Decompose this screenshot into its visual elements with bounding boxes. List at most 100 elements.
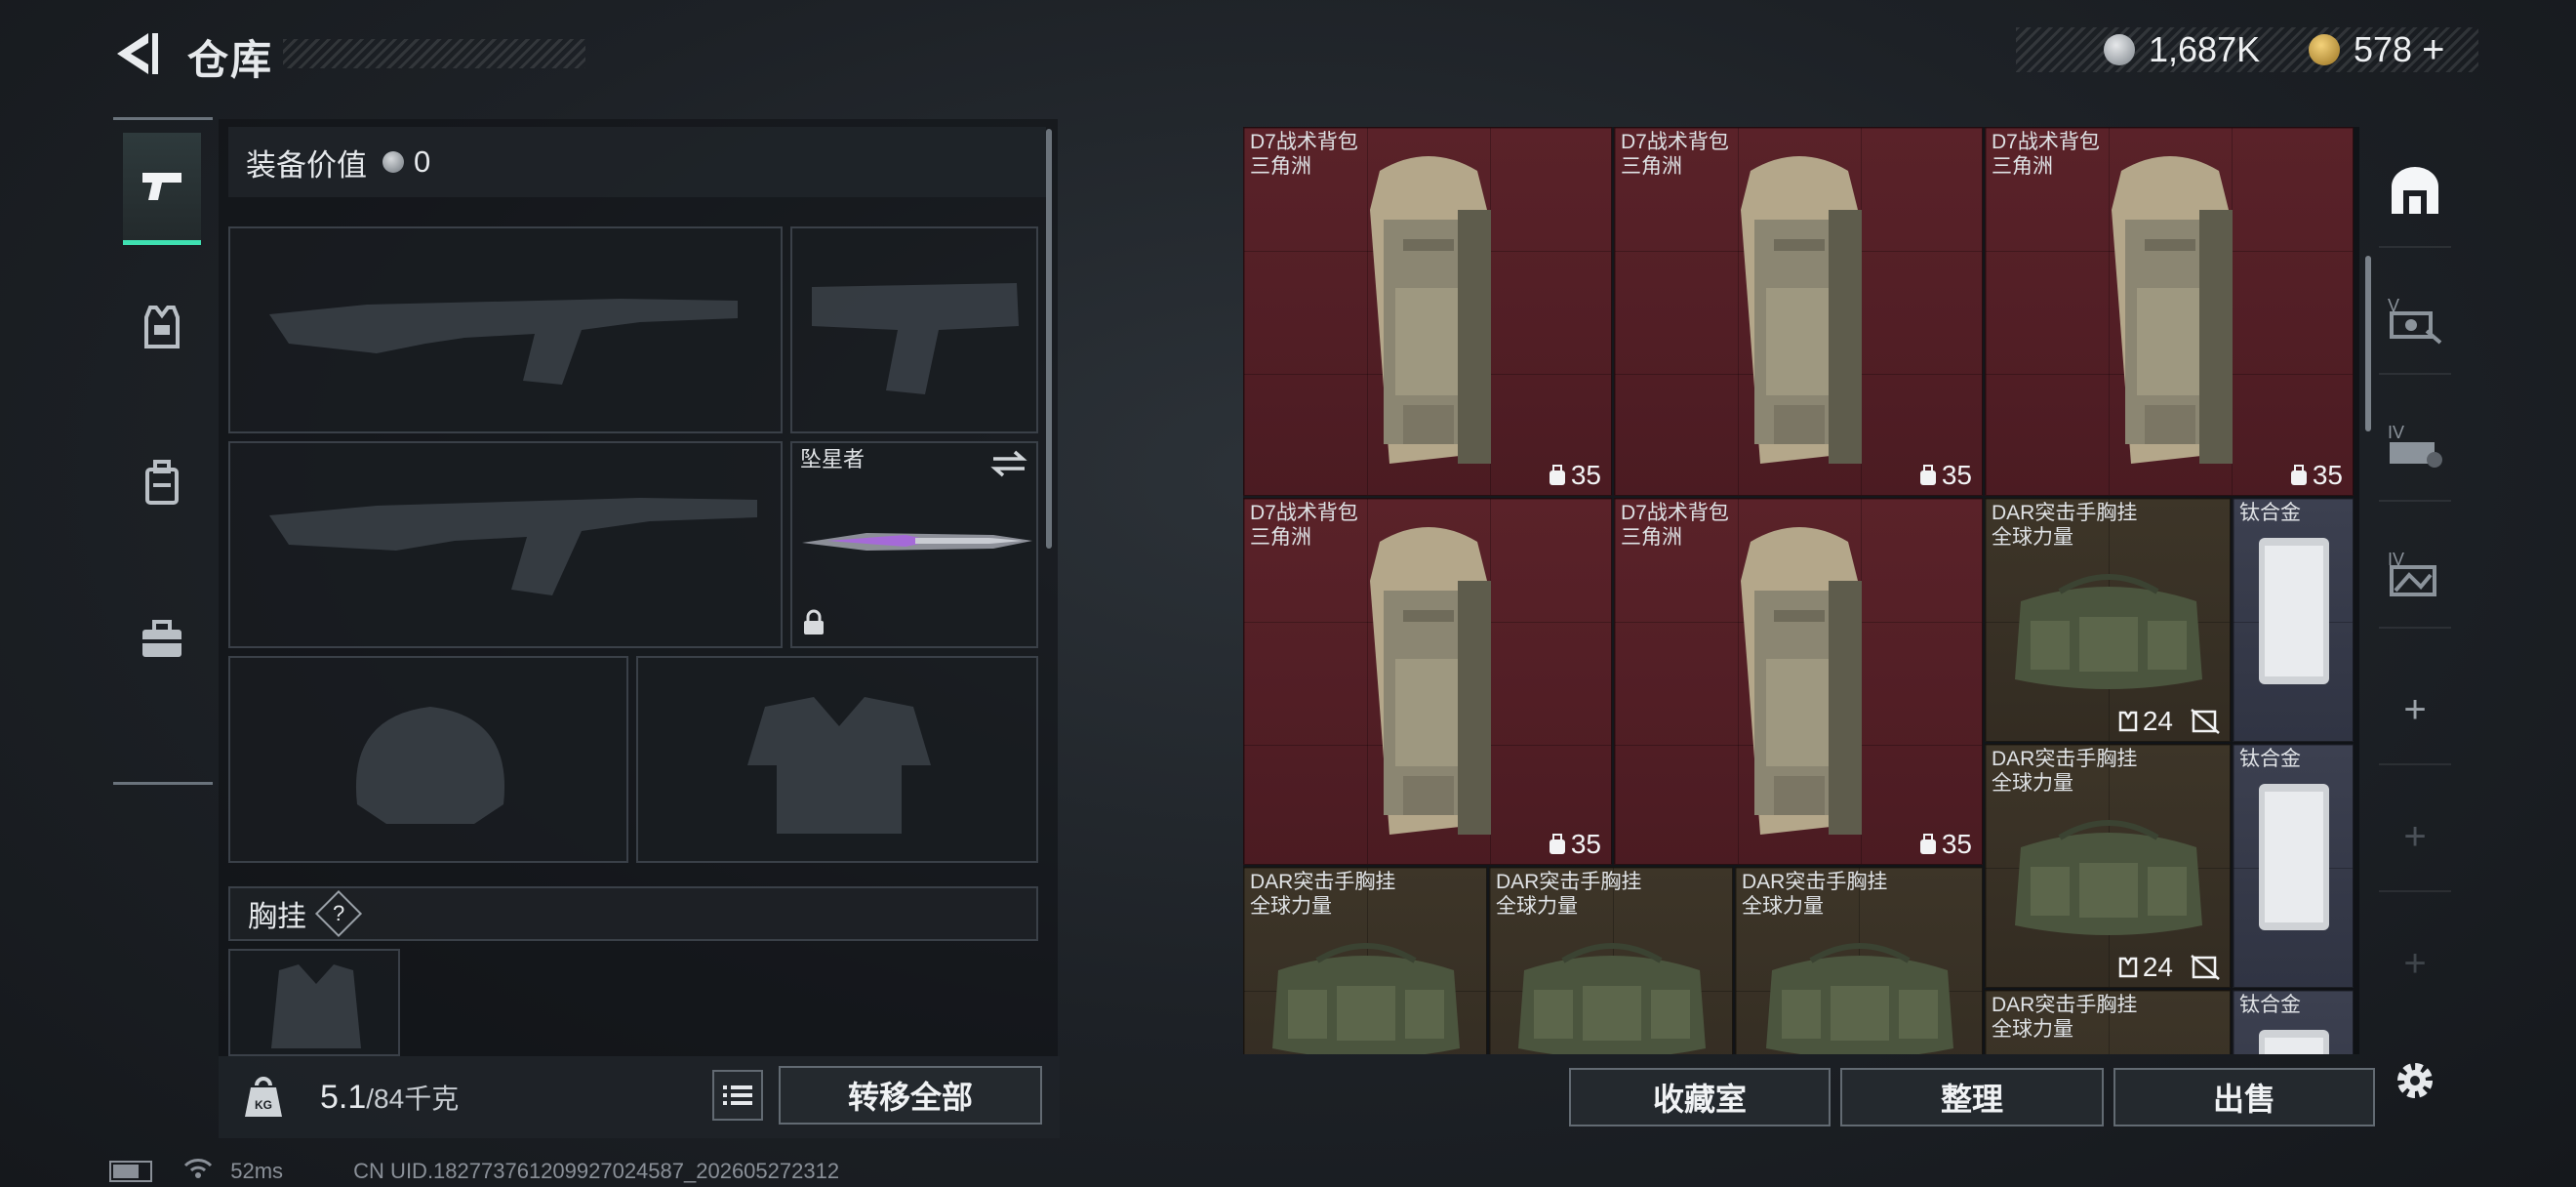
item-capacity-badge: 35 — [2289, 460, 2343, 491]
sell-button[interactable]: 出售 — [2113, 1068, 2375, 1126]
storage-grid: D7战术背包 三角洲 35 D7战术背包 三角洲 35 D7战术背包 三角洲 35 D7战术背包三… — [1243, 127, 2359, 1054]
capacity-icon — [1549, 834, 1565, 854]
melee-name: 坠星者 — [800, 447, 865, 471]
item-name: DAR突击手胸挂 — [1250, 871, 1396, 893]
back-button[interactable] — [109, 29, 164, 78]
list-view-button[interactable] — [712, 1070, 763, 1121]
equipment-value-label: 装备价值 — [246, 147, 367, 183]
transfer-all-button[interactable]: 转移全部 — [779, 1066, 1042, 1125]
item-name: DAR突击手胸挂 — [1496, 871, 1642, 893]
chest-rig-silhouette-icon — [271, 964, 361, 1048]
body-armor-slot[interactable] — [636, 656, 1038, 863]
pistol-icon — [142, 173, 181, 200]
backpack-image — [1741, 156, 1862, 464]
helmet-slot[interactable] — [228, 656, 628, 863]
add-currency-button[interactable]: + — [2422, 28, 2444, 72]
silver-currency: 1,687K — [2104, 27, 2260, 72]
storage-iv-icon: IV — [2388, 423, 2442, 468]
storage-item[interactable]: DAR突击手胸挂 全球力量 — [1735, 867, 1983, 1054]
capacity-icon — [1549, 465, 1565, 485]
weight-readout: 5.1/84千克 — [320, 1078, 459, 1117]
tab-toolbox[interactable] — [123, 586, 201, 693]
titanium-plate-image — [2259, 538, 2329, 684]
chest-rig-header: 胸挂 ? — [228, 886, 1038, 941]
page-title: 仓库 — [187, 37, 274, 83]
settings-button[interactable] — [2379, 1027, 2451, 1134]
weight-bar: KG 5.1/84千克 转移全部 — [219, 1056, 1060, 1138]
capacity-icon — [2118, 711, 2138, 732]
battery-icon — [109, 1161, 152, 1183]
capacity-icon — [2290, 465, 2307, 485]
primary-weapon-slot[interactable] — [228, 226, 783, 433]
help-icon[interactable]: ? — [314, 889, 363, 938]
storage-item[interactable]: DAR突击手胸挂 全球力量 — [1985, 990, 2231, 1054]
chest-rig-image — [1766, 943, 1953, 1054]
uid-text: CN UID.182773761209927024587_20260527231… — [353, 1159, 840, 1184]
add-storage-button-3[interactable]: + — [2379, 910, 2451, 1017]
gold-coin-icon — [2309, 34, 2340, 65]
melee-slot[interactable]: 坠星者 — [790, 441, 1038, 648]
chest-rig-image — [2015, 820, 2202, 935]
tab-weapons[interactable] — [123, 133, 201, 245]
storage-iv-extra-icon: IV — [2388, 550, 2436, 596]
backpack-icon — [145, 460, 179, 505]
no-sell-icon — [2191, 955, 2220, 980]
storage-item[interactable]: D7战术背包 三角洲 35 — [1614, 498, 1983, 865]
chest-rig-slot[interactable] — [228, 949, 400, 1056]
category-storage-main[interactable] — [2379, 139, 2451, 248]
swap-icon[interactable] — [989, 449, 1028, 478]
item-capacity-badge: 35 — [1548, 460, 1601, 491]
category-storage-v[interactable]: V — [2379, 266, 2451, 375]
loadout-panel: 装备价值 0 坠星者 胸挂 ? — [219, 119, 1058, 1056]
svg-text:KG: KG — [255, 1098, 272, 1112]
loadout-scrollbar[interactable] — [1046, 129, 1052, 549]
item-name: 钛合金 — [2239, 994, 2301, 1016]
storage-item[interactable]: 钛合金 — [2233, 744, 2354, 988]
storage-item[interactable]: 钛合金 — [2233, 498, 2354, 742]
no-sell-icon — [2191, 709, 2220, 734]
item-brand: 全球力量 — [1742, 895, 1824, 918]
backpack-image — [1370, 156, 1491, 464]
sort-button[interactable]: 整理 — [1840, 1068, 2104, 1126]
knife-image — [802, 533, 1032, 551]
storage-item[interactable]: DAR突击手胸挂 全球力量 — [1243, 867, 1487, 1054]
storage-item[interactable]: D7战术背包 三角洲 35 — [1243, 127, 1612, 496]
storage-item[interactable]: DAR突击手胸挂 全球力量 — [1489, 867, 1733, 1054]
tab-backpack[interactable] — [123, 430, 201, 537]
toolbox-icon — [142, 620, 181, 657]
item-capacity-badge: 24 — [2117, 952, 2220, 983]
armor-vest-icon — [144, 306, 180, 348]
item-name: 钛合金 — [2239, 502, 2301, 524]
category-storage-iv-extra[interactable]: IV — [2379, 519, 2451, 629]
gear-icon — [2397, 1063, 2433, 1098]
sidearm-slot[interactable] — [790, 226, 1038, 433]
storage-home-icon — [2392, 167, 2438, 214]
secondary-weapon-slot[interactable] — [228, 441, 783, 648]
storage-item[interactable]: D7战术背包 三角洲 35 — [1614, 127, 1983, 496]
category-storage-iv[interactable]: IV — [2379, 392, 2451, 502]
silver-amount: 1,687K — [2149, 29, 2261, 69]
gold-currency: 578 + — [2309, 27, 2444, 72]
collection-room-button[interactable]: 收藏室 — [1569, 1068, 1831, 1126]
svg-text:IV: IV — [2388, 423, 2404, 442]
item-brand: 三角洲 — [1621, 155, 1682, 178]
storage-item[interactable]: D7战术背包 三角洲 35 — [1985, 127, 2354, 496]
storage-item[interactable]: DAR突击手胸挂 全球力量 24 — [1985, 744, 2231, 988]
storage-item[interactable]: 钛合金 — [2233, 990, 2354, 1054]
chest-rig-image — [1272, 943, 1460, 1054]
item-brand: 三角洲 — [1250, 155, 1311, 178]
storage-item[interactable]: DAR突击手胸挂 全球力量 24 — [1985, 498, 2231, 742]
backpack-image — [1370, 527, 1491, 835]
storage-item[interactable]: D7战术背包 三角洲 35 — [1243, 498, 1612, 865]
titanium-plate-image — [2259, 784, 2329, 930]
add-storage-button-2[interactable]: + — [2379, 783, 2451, 892]
tab-armor[interactable] — [123, 273, 201, 381]
rifle-silhouette-icon — [269, 299, 738, 385]
title-decoration — [283, 39, 585, 68]
backpack-image — [2112, 156, 2233, 464]
equipment-value-bar: 装备价值 0 — [228, 127, 1046, 197]
add-storage-button-1[interactable]: + — [2379, 656, 2451, 765]
item-capacity-badge: 35 — [1548, 829, 1601, 860]
weight-max: /84千克 — [366, 1084, 460, 1114]
storage-scrollbar[interactable] — [2365, 256, 2371, 431]
